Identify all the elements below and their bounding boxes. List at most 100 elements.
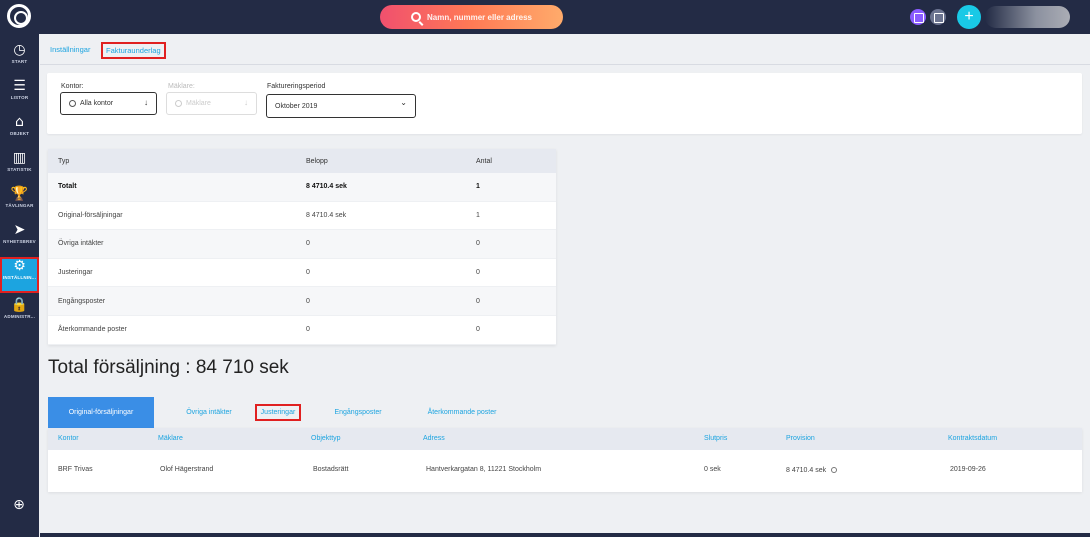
- header-adress: Adress: [423, 435, 445, 442]
- header-objekttyp: Objekttyp: [311, 435, 341, 442]
- tab-label: Justeringar: [254, 404, 302, 421]
- table-header: Kontor Mäklare Objekttyp Adress Slutpris…: [48, 428, 1082, 450]
- dashboard-icon: ◷: [13, 42, 26, 58]
- tab-label: Engångsposter: [334, 409, 382, 416]
- calendar-icon[interactable]: [910, 9, 926, 25]
- row-antal: 1: [476, 183, 480, 191]
- period-label: Faktureringsperiod: [267, 83, 326, 90]
- maklare-value: Mäklare: [186, 100, 211, 107]
- maklare-select[interactable]: Mäklare ↓: [166, 92, 257, 115]
- tab-label: Övriga intäkter: [186, 409, 232, 416]
- sidebar-item-listor[interactable]: ☰ LISTOR: [0, 77, 39, 113]
- header-provision: Provision: [786, 435, 815, 442]
- row-belopp: 0: [306, 240, 310, 248]
- breadcrumb: Inställningar Fakturaunderlag: [40, 34, 1090, 65]
- support-icon[interactable]: ⊕: [9, 497, 29, 517]
- sidebar: ◷ START ☰ LISTOR ⌂ OBJEKT ▥ STATISTIK 🏆 …: [0, 34, 39, 537]
- send-icon: ➤: [13, 222, 26, 238]
- chevron-down-icon: ⌄: [400, 98, 407, 107]
- sidebar-item-label: NYHETSBREV: [3, 239, 36, 244]
- cell-provision: 8 4710.4 sek: [786, 466, 838, 474]
- sidebar-item-label: STATISTIK: [7, 167, 32, 172]
- breadcrumb-fakturaunderlag[interactable]: Fakturaunderlag: [101, 42, 166, 59]
- table-row[interactable]: BRF Trivas Olof Hägerstrand Bostadsrätt …: [48, 450, 1082, 492]
- cell-maklare: Olof Hägerstrand: [160, 466, 214, 473]
- sales-tabs: Original-försäljningar Övriga intäkter J…: [48, 397, 1082, 428]
- search-placeholder: Namn, nummer eller adress: [427, 12, 532, 22]
- header-antal: Antal: [476, 157, 492, 165]
- table-row: Original-försäljningar 8 4710.4 sek 1: [48, 202, 556, 231]
- row-antal: 0: [476, 297, 480, 305]
- kontor-value: Alla kontor: [80, 100, 114, 107]
- house-icon: ⌂: [15, 114, 24, 130]
- sidebar-item-tavlingar[interactable]: 🏆 TÄVLINGAR: [0, 185, 39, 221]
- search-bar[interactable]: Namn, nummer eller adress: [380, 5, 563, 29]
- sidebar-item-objekt[interactable]: ⌂ OBJEKT: [0, 113, 39, 149]
- lock-icon: 🔒: [10, 297, 29, 313]
- header-maklare: Mäklare: [158, 435, 183, 442]
- filter-panel: Kontor: Alla kontor ↓ Mäklare: Mäklare ↓…: [47, 73, 1082, 134]
- list-icon: ☰: [13, 78, 26, 94]
- sort-arrow-icon: ↓: [244, 98, 248, 107]
- bar-chart-icon: ▥: [12, 150, 27, 166]
- header-typ: Typ: [58, 157, 70, 165]
- zoom-icon[interactable]: [831, 467, 838, 473]
- tab-aterkommande-poster[interactable]: Återkommande poster: [410, 397, 514, 428]
- row-belopp: 0: [306, 269, 310, 277]
- row-typ: Original-försäljningar: [58, 211, 123, 219]
- table-header: Typ Belopp Antal: [48, 149, 556, 173]
- provision-value: 8 4710.4 sek: [786, 467, 827, 474]
- header-belopp: Belopp: [306, 157, 328, 165]
- sidebar-item-label: TÄVLINGAR: [5, 203, 34, 208]
- row-typ: Engångsposter: [58, 297, 106, 305]
- gear-icon: ⚙: [13, 258, 26, 274]
- period-select[interactable]: Oktober 2019 ⌄: [266, 94, 416, 118]
- user-icon: [175, 100, 182, 107]
- row-typ: Övriga intäkter: [58, 240, 104, 248]
- sidebar-item-label: ADMINISTR...: [3, 314, 36, 319]
- cell-kontor: BRF Trivas: [58, 466, 93, 473]
- breadcrumb-settings[interactable]: Inställningar: [50, 45, 90, 54]
- row-belopp: 8 4710.4 sek: [306, 183, 347, 191]
- cell-adress: Hantverkargatan 8, 11221 Stockholm: [426, 466, 542, 473]
- sidebar-item-installningar[interactable]: ⚙ INSTÄLLNIN...: [0, 257, 39, 293]
- tab-ovriga-intakter[interactable]: Övriga intäkter: [168, 397, 250, 428]
- top-bar: Namn, nummer eller adress +: [0, 0, 1090, 34]
- search-icon: [411, 12, 422, 22]
- period-value: Oktober 2019: [275, 102, 318, 110]
- total-sales-heading: Total försäljning : 84 710 sek: [48, 357, 289, 378]
- sidebar-item-nyhetsbrev[interactable]: ➤ NYHETSBREV: [0, 221, 39, 257]
- row-belopp: 8 4710.4 sek: [306, 211, 347, 219]
- sidebar-item-start[interactable]: ◷ START: [0, 41, 39, 77]
- tab-label: Original-försäljningar: [68, 409, 134, 416]
- row-typ: Justeringar: [58, 269, 93, 277]
- trophy-icon: 🏆: [10, 186, 29, 202]
- summary-table: Typ Belopp Antal Totalt 8 4710.4 sek 1 O…: [48, 149, 556, 345]
- document-icon[interactable]: [930, 9, 946, 25]
- details-table: Kontor Mäklare Objekttyp Adress Slutpris…: [48, 428, 1082, 492]
- tab-justeringar[interactable]: Justeringar: [250, 397, 306, 428]
- tab-engangsposter[interactable]: Engångsposter: [318, 397, 398, 428]
- row-antal: 0: [476, 240, 480, 248]
- cell-objekttyp: Bostadsrätt: [313, 466, 349, 473]
- user-menu[interactable]: [985, 6, 1070, 28]
- table-row: Justeringar 0 0: [48, 259, 556, 288]
- kontor-select[interactable]: Alla kontor ↓: [60, 92, 157, 115]
- sort-arrow-icon: ↓: [144, 98, 148, 107]
- sidebar-item-statistik[interactable]: ▥ STATISTIK: [0, 149, 39, 185]
- app-logo[interactable]: [7, 4, 31, 28]
- sidebar-item-label: INSTÄLLNIN...: [2, 275, 37, 280]
- header-kontor: Kontor: [58, 435, 79, 442]
- header-kontraktsdatum: Kontraktsdatum: [948, 435, 998, 442]
- tab-original-forsaljningar[interactable]: Original-försäljningar: [48, 397, 154, 428]
- sidebar-item-administration[interactable]: 🔒 ADMINISTR...: [0, 296, 39, 332]
- sidebar-item-label: LISTOR: [10, 95, 29, 100]
- header-slutpris: Slutpris: [704, 435, 728, 442]
- maklare-label: Mäklare:: [168, 83, 195, 90]
- user-icon: [69, 100, 76, 107]
- add-button[interactable]: +: [957, 5, 981, 29]
- cell-kontraktsdatum: 2019-09-26: [950, 466, 986, 473]
- footer-strip: [40, 533, 1090, 537]
- row-belopp: 0: [306, 326, 310, 334]
- row-typ: Återkommande poster: [58, 326, 127, 334]
